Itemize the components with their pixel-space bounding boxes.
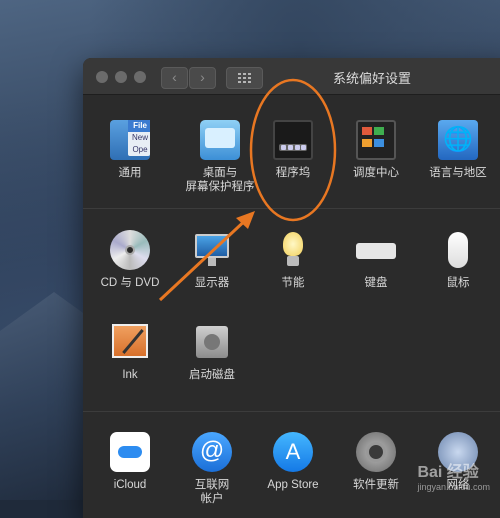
close-button[interactable] [96, 71, 108, 83]
pref-ink[interactable]: Ink [93, 322, 167, 382]
icloud-icon [110, 432, 150, 472]
language-region-icon: 🌐 [438, 120, 478, 160]
pref-mouse-label: 鼠标 [446, 277, 470, 289]
pref-language-label: 语言与地区 [429, 167, 487, 179]
pref-software-update[interactable]: 软件更新 [339, 432, 413, 492]
pref-energy-label: 节能 [281, 277, 305, 289]
displays-icon [192, 230, 232, 270]
software-update-icon [356, 432, 396, 472]
watermark-url: jingyan.baidu.com [417, 482, 490, 492]
pref-desktop-label: 桌面与 屏幕保护程序 [185, 167, 255, 193]
pref-desktop-screensaver[interactable]: 桌面与 屏幕保护程序 [175, 120, 265, 194]
dock-icon [273, 120, 313, 160]
watermark-brand: Bai 经验 [417, 464, 479, 481]
pref-general-label: 通用 [118, 167, 142, 179]
pref-language-region[interactable]: 🌐 语言与地区 [421, 120, 495, 180]
keyboard-icon [356, 230, 396, 270]
pref-mission-control[interactable]: 调度中心 [339, 120, 413, 180]
system-preferences-window: ‹ › 系统偏好设置 File New Ope 通用 桌面与 屏幕保护程序 程序坞 … [83, 58, 500, 518]
desktop-screensaver-icon [200, 120, 240, 160]
pref-icloud-label: iCloud [113, 479, 147, 491]
pref-keyboard-label: 键盘 [364, 277, 388, 289]
startup-disk-icon [192, 322, 232, 362]
pref-internet-label: 互联网 帐户 [194, 479, 230, 505]
pref-ink-label: Ink [122, 369, 138, 381]
window-title: 系统偏好设置 [333, 71, 412, 86]
pref-icloud[interactable]: iCloud [93, 432, 167, 492]
energy-saver-icon [273, 230, 313, 270]
pref-startup-disk[interactable]: 启动磁盘 [175, 322, 249, 382]
titlebar: ‹ › 系统偏好设置 [83, 58, 500, 95]
pref-internet-accounts[interactable]: @ 互联网 帐户 [175, 432, 249, 506]
pref-mouse[interactable]: 鼠标 [421, 230, 495, 290]
pref-displays-label: 显示器 [194, 277, 230, 289]
section-divider [83, 411, 500, 412]
zoom-button[interactable] [134, 71, 146, 83]
pref-cd-label: CD 与 DVD [100, 277, 160, 289]
pref-cd-dvd[interactable]: CD 与 DVD [93, 230, 167, 290]
pref-update-label: 软件更新 [353, 479, 399, 491]
wallpaper-mountain [0, 292, 90, 500]
watermark: Bai 经验 jingyan.baidu.com [417, 458, 490, 492]
mouse-icon [438, 230, 478, 270]
pref-mission-label: 调度中心 [353, 167, 399, 179]
mission-control-icon [356, 120, 396, 160]
app-store-icon: A [273, 432, 313, 472]
ink-icon [110, 322, 150, 362]
back-button[interactable]: ‹ [161, 67, 188, 89]
pref-startup-label: 启动磁盘 [189, 369, 235, 381]
cd-dvd-icon [110, 230, 150, 270]
minimize-button[interactable] [115, 71, 127, 83]
pref-appstore-label: App Store [267, 479, 319, 491]
internet-accounts-icon: @ [192, 432, 232, 472]
pref-dock-label: 程序坞 [275, 167, 311, 179]
pref-displays[interactable]: 显示器 [175, 230, 249, 290]
pref-energy-saver[interactable]: 节能 [256, 230, 330, 290]
section-divider [83, 208, 500, 209]
pref-keyboard[interactable]: 键盘 [339, 230, 413, 290]
forward-button[interactable]: › [189, 67, 216, 89]
pref-dock[interactable]: 程序坞 [256, 120, 330, 180]
general-icon: File New Ope [110, 120, 150, 160]
pref-general[interactable]: File New Ope 通用 [93, 120, 167, 180]
pref-app-store[interactable]: A App Store [256, 432, 330, 492]
show-all-button[interactable] [226, 67, 263, 89]
